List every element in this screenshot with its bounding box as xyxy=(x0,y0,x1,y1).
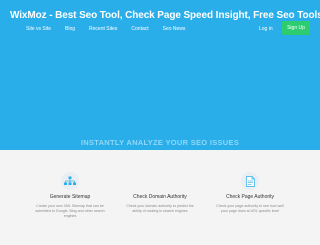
signup-button[interactable]: Sign Up xyxy=(282,21,310,35)
nav-item-contact[interactable]: Contact xyxy=(131,26,148,32)
nav-item-site-vs-site[interactable]: Site vs Site xyxy=(26,26,51,32)
icon-placeholder xyxy=(125,172,195,190)
sitemap-icon xyxy=(61,172,79,190)
feature-check-page-authority[interactable]: Check Page Authority Check your page aut… xyxy=(215,172,285,214)
feature-title: Check Domain Authority xyxy=(133,194,187,200)
feature-description: Check your domain authority to predict t… xyxy=(126,204,194,213)
hero-tagline: INSTANTLY ANALYZE YOUR SEO ISSUES xyxy=(80,138,240,147)
feature-check-domain-authority[interactable]: Check Domain Authority Check your domain… xyxy=(125,172,195,214)
main-nav: Site vs Site Blog Recent Sites Contact S… xyxy=(26,26,199,32)
feature-generate-sitemap[interactable]: Generate Sitemap Create your own XML Sit… xyxy=(35,172,105,219)
hero-section: WixMoz - Best Seo Tool, Check Page Speed… xyxy=(0,0,320,150)
feature-title: Check Page Authority xyxy=(225,194,275,200)
feature-description: Create your own XML Sitemap that can be … xyxy=(35,204,105,218)
site-logo-text[interactable]: WixMoz - Best Seo Tool, Check Page Speed… xyxy=(10,10,320,21)
nav-item-recent-sites[interactable]: Recent Sites xyxy=(89,26,117,32)
feature-description: Check your page authority to see how wel… xyxy=(216,204,284,213)
nav-item-blog[interactable]: Blog xyxy=(65,26,75,32)
feature-title: Generate Sitemap xyxy=(49,194,91,200)
nav-item-seo-news[interactable]: Seo News xyxy=(163,26,186,32)
document-icon xyxy=(241,172,259,190)
login-link[interactable]: Log in xyxy=(259,26,273,32)
features-section: Generate Sitemap Create your own XML Sit… xyxy=(0,160,320,245)
